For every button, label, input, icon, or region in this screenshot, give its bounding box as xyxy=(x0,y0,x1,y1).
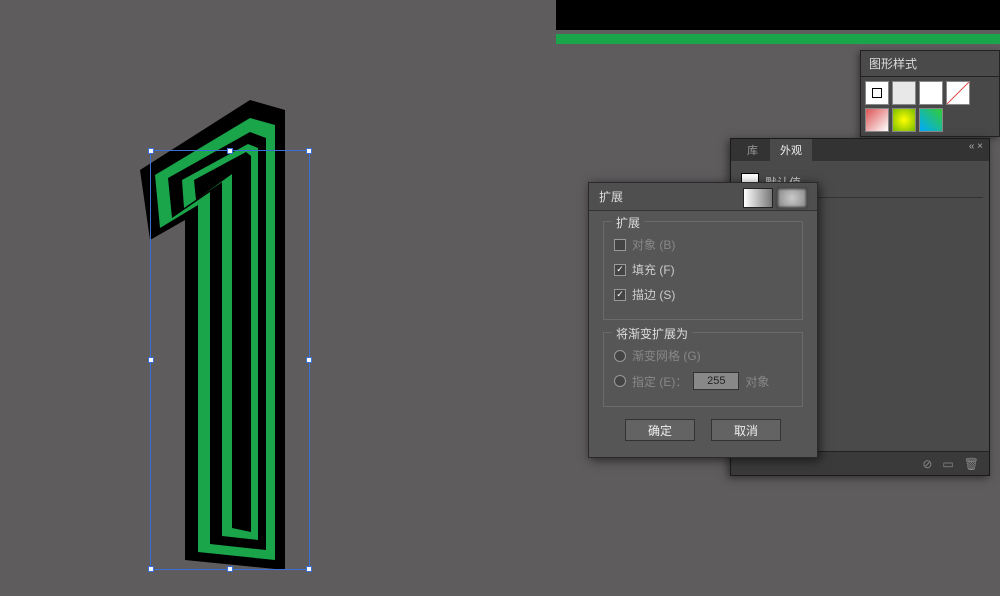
canvas-artwork-one[interactable] xyxy=(130,100,310,580)
panel-title: 图形样式 xyxy=(861,51,999,77)
no-fill-icon[interactable]: ⊘ xyxy=(922,457,932,471)
new-icon[interactable]: ▭ xyxy=(942,457,953,471)
dialog-buttons: 确定 取消 xyxy=(603,419,803,441)
checkbox-fill[interactable] xyxy=(614,264,626,276)
graphic-style-swatches xyxy=(861,77,999,136)
style-swatch[interactable] xyxy=(865,108,889,132)
canvas-decor-stripes xyxy=(556,0,1000,50)
dialog-title-text: 扩展 xyxy=(599,190,623,204)
checkbox-stroke[interactable] xyxy=(614,289,626,301)
checkbox-object-row: 对象 (B) xyxy=(614,232,792,257)
stripe xyxy=(556,34,1000,44)
style-swatch[interactable] xyxy=(946,81,970,105)
checkbox-fill-row[interactable]: 填充 (F) xyxy=(614,257,792,282)
radio-specify-label: 指定 (E)： xyxy=(632,373,687,390)
checkbox-stroke-row[interactable]: 描边 (S) xyxy=(614,282,792,307)
specify-count-input: 255 xyxy=(693,372,739,390)
stripe xyxy=(556,0,1000,30)
panel-tabs: 库 外观 xyxy=(731,139,989,161)
style-swatch[interactable] xyxy=(919,81,943,105)
cancel-button[interactable]: 取消 xyxy=(711,419,781,441)
style-swatch[interactable] xyxy=(919,108,943,132)
fieldset-gradient: 将渐变扩展为 渐变网格 (G) 指定 (E)： 255 对象 xyxy=(603,332,803,407)
dialog-title: 扩展 xyxy=(589,183,817,211)
checkbox-object xyxy=(614,239,626,251)
style-swatch[interactable] xyxy=(865,81,889,105)
checkbox-stroke-label: 描边 (S) xyxy=(632,286,675,303)
checkbox-fill-label: 填充 (F) xyxy=(632,261,675,278)
fieldset-expand: 扩展 对象 (B) 填充 (F) 描边 (S) xyxy=(603,221,803,320)
dialog-preview-thumb xyxy=(743,188,773,208)
checkbox-object-label: 对象 (B) xyxy=(632,236,675,253)
style-swatch[interactable] xyxy=(892,108,916,132)
radio-mesh xyxy=(614,350,626,362)
dialog-expand[interactable]: 扩展 扩展 对象 (B) 填充 (F) 描边 (S) 将渐变扩展为 xyxy=(588,182,818,458)
trash-icon[interactable]: 🗑 xyxy=(964,457,979,471)
panel-graphic-styles[interactable]: 图形样式 xyxy=(860,50,1000,137)
dialog-body: 扩展 对象 (B) 填充 (F) 描边 (S) 将渐变扩展为 渐变网格 (G) xyxy=(589,211,817,457)
tab-appearance[interactable]: 外观 xyxy=(770,139,812,161)
radio-specify-row: 指定 (E)： 255 对象 xyxy=(614,368,792,394)
radio-mesh-row: 渐变网格 (G) xyxy=(614,343,792,368)
fieldset-legend: 将渐变扩展为 xyxy=(612,325,692,342)
radio-specify xyxy=(614,375,626,387)
specify-suffix: 对象 xyxy=(745,373,769,390)
ok-button[interactable]: 确定 xyxy=(625,419,695,441)
tab-library[interactable]: 库 xyxy=(737,139,768,161)
fieldset-legend: 扩展 xyxy=(612,214,644,231)
radio-mesh-label: 渐变网格 (G) xyxy=(632,347,701,364)
dialog-preview-thumb xyxy=(777,188,807,208)
style-swatch[interactable] xyxy=(892,81,916,105)
number-one-glyph xyxy=(130,100,310,580)
